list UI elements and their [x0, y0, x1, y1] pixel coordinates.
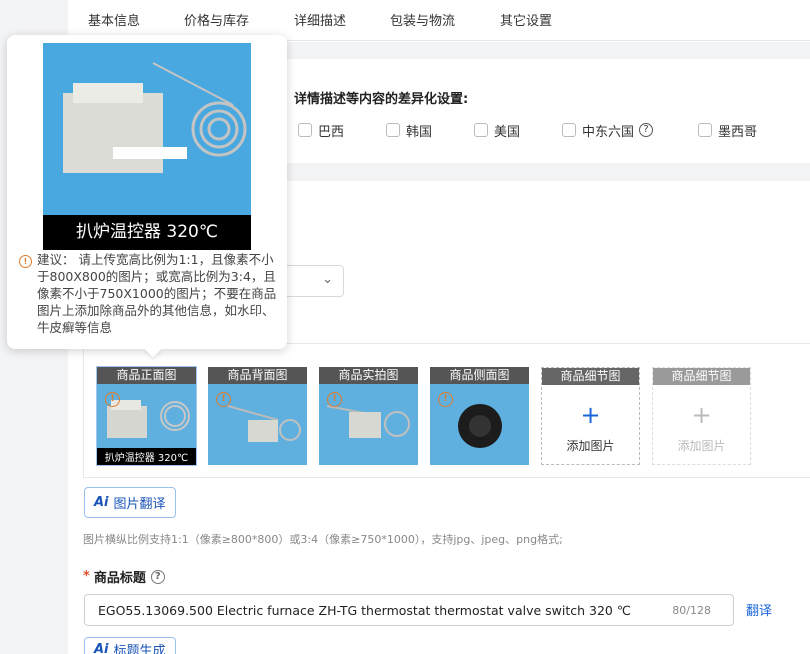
slot-label: 商品实拍图 [319, 367, 418, 384]
product-thumbnail[interactable]: ! 扒炉温控器 320℃ [97, 384, 196, 465]
required-mark: * [83, 569, 90, 584]
title-value[interactable]: EGO55.13069.500 Electric furnace ZH-TG t… [98, 603, 631, 618]
product-title-label: * 商品标题 ? [83, 567, 165, 586]
title-generate-button[interactable]: Ai 标题生成 [84, 637, 176, 654]
checkbox-box[interactable] [562, 123, 576, 137]
image-translate-button[interactable]: Ai 图片翻译 [84, 487, 176, 518]
upload-suggestion-text: 建议： 请上传宽高比例为1:1，且像素不小于800X800的图片；或宽高比例为3… [37, 252, 277, 335]
slot-label: 商品细节图 [542, 368, 639, 385]
country-checkbox-middle-east[interactable]: 中东六国 ? [562, 121, 654, 140]
product-title-input[interactable]: EGO55.13069.500 Electric furnace ZH-TG t… [84, 594, 734, 626]
tab-other-settings[interactable]: 其它设置 [500, 10, 552, 29]
label-text: 商品标题 [93, 571, 146, 586]
checkbox-label: 中东六国 [582, 124, 635, 140]
checkbox-box[interactable] [386, 123, 400, 137]
help-icon[interactable]: ? [639, 123, 654, 137]
plus-icon: + [580, 401, 601, 429]
page: 基本信息 价格与库存 详细描述 包装与物流 其它设置 详情描述等内容的差异化设置… [0, 0, 810, 654]
tab-packaging-logistics[interactable]: 包装与物流 [390, 10, 455, 29]
image-slot-photo[interactable]: 商品实拍图 ! [319, 367, 418, 465]
image-format-hint: 图片横纵比例支持1:1（像素≥800*800）或3:4（像素≥750*1000）… [83, 533, 563, 546]
chevron-down-icon: ⌄ [322, 272, 333, 287]
warning-icon: ! [438, 392, 453, 407]
image-slot-back[interactable]: 商品背面图 ! [208, 367, 307, 465]
slot-label: 商品细节图 [653, 368, 750, 385]
tab-price-stock[interactable]: 价格与库存 [184, 10, 249, 29]
slot-label: 商品背面图 [208, 367, 307, 384]
checkbox-label: 墨西哥 [718, 124, 758, 140]
button-label: 标题生成 [113, 643, 166, 654]
image-slot-detail[interactable]: 商品细节图 + 添加图片 [541, 367, 640, 465]
country-checkbox-korea[interactable]: 韩国 [386, 121, 433, 140]
checkbox-box[interactable] [698, 123, 712, 137]
country-checkbox-usa[interactable]: 美国 [474, 121, 521, 140]
product-thumbnail[interactable]: ! [430, 384, 529, 465]
tab-basic-info[interactable]: 基本信息 [88, 10, 140, 29]
add-image-label: 添加图片 [566, 439, 615, 453]
button-label: 图片翻译 [113, 497, 166, 512]
checkbox-label: 美国 [494, 124, 521, 140]
slot-label: 商品正面图 [97, 367, 196, 384]
select-dropdown[interactable]: ⌄ [280, 265, 344, 297]
image-slot-side[interactable]: 商品侧面图 ! [430, 367, 529, 465]
product-thumbnail[interactable]: ! [319, 384, 418, 465]
checkbox-label: 巴西 [318, 124, 345, 140]
translate-link[interactable]: 翻译 [746, 600, 772, 619]
ai-icon: Ai [94, 641, 109, 654]
product-thumbnail[interactable]: ! [208, 384, 307, 465]
plus-icon: + [691, 401, 712, 429]
diff-settings-title: 详情描述等内容的差异化设置: [294, 92, 469, 107]
checkbox-box[interactable] [474, 123, 488, 137]
image-slot-detail-disabled: 商品细节图 + 添加图片 [652, 367, 751, 465]
country-checkbox-mexico[interactable]: 墨西哥 [698, 121, 758, 140]
tab-detail-description[interactable]: 详细描述 [294, 10, 346, 29]
popover-image: 扒炉温控器 320℃ [43, 43, 251, 250]
help-icon[interactable]: ? [150, 569, 165, 584]
checkbox-box[interactable] [298, 123, 312, 137]
ai-icon: Ai [94, 495, 109, 510]
char-count: 80/128 [672, 604, 711, 617]
warning-icon: ! [216, 392, 231, 407]
slot-label: 商品侧面图 [430, 367, 529, 384]
warning-icon: ! [327, 392, 342, 407]
warning-icon: ! [105, 392, 120, 407]
add-image-label: 添加图片 [677, 439, 726, 453]
country-checkbox-brazil[interactable]: 巴西 [298, 121, 345, 140]
warning-icon: ! [19, 255, 32, 268]
image-slot-front[interactable]: 商品正面图 ! 扒炉温控器 320℃ [96, 366, 197, 466]
popover-caption: 扒炉温控器 320℃ [43, 215, 251, 250]
thumb-caption: 扒炉温控器 320℃ [104, 453, 189, 464]
image-preview-popover: 扒炉温控器 320℃ ! 建议： 请上传宽高比例为1:1，且像素不小于800X8… [7, 35, 287, 358]
checkbox-label: 韩国 [406, 124, 433, 140]
